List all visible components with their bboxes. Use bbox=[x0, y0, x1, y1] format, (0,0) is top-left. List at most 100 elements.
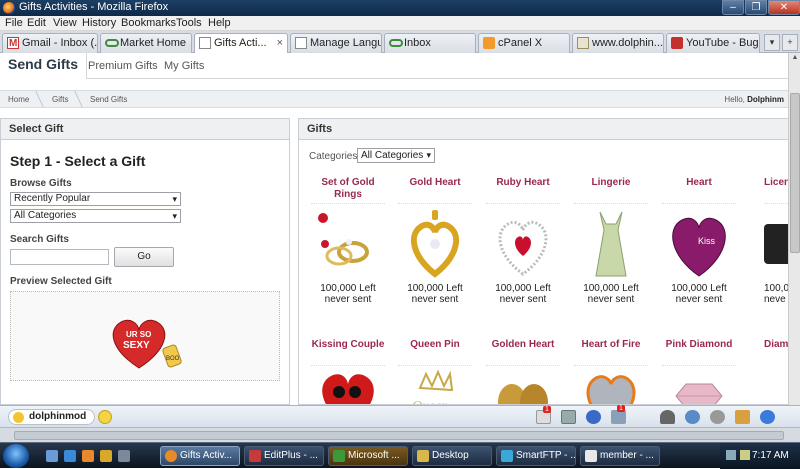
task-firefox[interactable]: Gifts Activ... bbox=[160, 446, 240, 466]
menu-view[interactable]: View bbox=[53, 17, 77, 29]
gift-name: Golden Heart bbox=[491, 339, 555, 350]
tab-dolphin-db[interactable]: www.dolphin... bbox=[572, 33, 664, 53]
close-button[interactable]: ✕ bbox=[768, 0, 800, 15]
kissing-couple-image bbox=[311, 365, 385, 404]
messages-icon[interactable]: 1 bbox=[536, 406, 551, 424]
queen-pin-image: Queen bbox=[398, 365, 472, 404]
gift-card[interactable]: Heart of Fire bbox=[570, 339, 652, 404]
menu-help[interactable]: Help bbox=[208, 17, 231, 29]
categories-select[interactable]: All Categories bbox=[357, 148, 435, 163]
gold-heart-image bbox=[398, 203, 472, 283]
firefox-quicklaunch-icon[interactable] bbox=[82, 450, 94, 462]
cpanel-icon bbox=[483, 37, 495, 49]
tab-send-gifts[interactable]: Send Gifts bbox=[0, 53, 88, 79]
show-desktop-icon[interactable] bbox=[46, 450, 58, 462]
gift-card[interactable]: Golden Heart bbox=[482, 339, 564, 404]
settings-icon[interactable] bbox=[710, 410, 725, 424]
gift-sent-status: never sent bbox=[411, 294, 459, 305]
ie-icon[interactable] bbox=[64, 450, 76, 462]
task-microsoft[interactable]: Microsoft ... bbox=[328, 446, 408, 466]
tab-premium-gifts[interactable]: Premium Gifts bbox=[88, 60, 158, 72]
scroll-up-icon[interactable]: ▲ bbox=[790, 54, 800, 66]
gift-sent-status: never sent bbox=[499, 294, 547, 305]
category-select[interactable]: All Categories bbox=[10, 209, 181, 223]
page-icon bbox=[295, 37, 307, 49]
gift-card[interactable]: Set of Gold Rings 100,000 Left never sen… bbox=[307, 177, 389, 305]
tab-gmail[interactable]: Gmail - Inbox (... bbox=[2, 33, 98, 53]
search-gifts-input[interactable] bbox=[10, 249, 109, 265]
browser-tab-bar: Gmail - Inbox (... Market Home Gifts Act… bbox=[0, 31, 800, 54]
breadcrumb-gifts[interactable]: Gifts bbox=[52, 95, 68, 104]
breadcrumb-home[interactable]: Home bbox=[8, 95, 29, 104]
smiley-icon[interactable] bbox=[98, 410, 112, 424]
task-member[interactable]: member - ... bbox=[580, 446, 660, 466]
window-title-bar: Gifts Activities - Mozilla Firefox – ❐ ✕ bbox=[0, 0, 800, 16]
hello-username[interactable]: Dolphinm bbox=[747, 95, 784, 104]
volume-icon[interactable] bbox=[740, 450, 750, 460]
clock[interactable]: 7:17 AM bbox=[752, 450, 789, 461]
page-icon bbox=[199, 37, 211, 49]
network-icon[interactable] bbox=[726, 450, 736, 460]
tab-inbox[interactable]: Inbox bbox=[384, 33, 476, 53]
vertical-scrollbar[interactable]: ▲ bbox=[788, 53, 800, 405]
start-button[interactable] bbox=[3, 444, 29, 468]
tab-youtube[interactable]: YouTube - Bug... bbox=[666, 33, 760, 53]
minimize-button[interactable]: – bbox=[722, 0, 744, 15]
tab-manage-languages[interactable]: Manage Langu... bbox=[290, 33, 382, 53]
go-button[interactable]: Go bbox=[114, 247, 174, 267]
media-icon[interactable] bbox=[100, 450, 112, 462]
maximize-button[interactable]: ❐ bbox=[745, 0, 767, 15]
tab-cpanel[interactable]: cPanel X bbox=[478, 33, 570, 53]
preview-box: UR SO SEXY BOO bbox=[10, 291, 280, 381]
info-icon[interactable] bbox=[586, 410, 601, 424]
tab-close-icon[interactable]: × bbox=[277, 34, 283, 52]
horizontal-scrollbar[interactable] bbox=[0, 427, 800, 442]
heart-image: Kiss bbox=[662, 203, 736, 283]
svg-text:BOO: BOO bbox=[166, 356, 180, 362]
svg-text:UR SO: UR SO bbox=[126, 330, 151, 339]
friends-icon[interactable]: 1 bbox=[611, 405, 626, 424]
tab-my-gifts[interactable]: My Gifts bbox=[164, 60, 204, 72]
gift-name: Licen bbox=[764, 177, 788, 188]
golden-heart-image bbox=[486, 365, 560, 404]
gift-card[interactable]: Pink Diamond bbox=[658, 339, 740, 404]
hat-icon[interactable] bbox=[660, 410, 675, 424]
search-gifts-label: Search Gifts bbox=[10, 234, 69, 245]
browse-gifts-select[interactable]: Recently Popular bbox=[10, 192, 181, 206]
tab-label: www.dolphin... bbox=[592, 37, 663, 49]
power-icon[interactable] bbox=[760, 410, 775, 424]
menu-edit[interactable]: Edit bbox=[27, 17, 46, 29]
menu-file[interactable]: File bbox=[5, 17, 23, 29]
taskbar: Gifts Activ... EditPlus - ... Microsoft … bbox=[0, 442, 800, 469]
task-desktop[interactable]: Desktop bbox=[412, 446, 492, 466]
gift-card[interactable]: Licen 100,0 neve bbox=[746, 177, 788, 305]
gift-name: Ruby Heart bbox=[496, 177, 550, 188]
folder-icon[interactable] bbox=[735, 410, 750, 424]
menu-bookmarks[interactable]: Bookmarks bbox=[121, 17, 176, 29]
user-icon[interactable] bbox=[685, 410, 700, 424]
task-editplus[interactable]: EditPlus - ... bbox=[244, 446, 324, 466]
gift-name: Queen Pin bbox=[410, 339, 460, 350]
tab-label: Gmail - Inbox (... bbox=[22, 37, 98, 49]
task-smartftp[interactable]: SmartFTP - ... bbox=[496, 446, 576, 466]
gift-card[interactable]: Kissing Couple bbox=[307, 339, 389, 404]
tab-market-home[interactable]: Market Home bbox=[100, 33, 192, 53]
switch-windows-icon[interactable] bbox=[118, 450, 130, 462]
gift-name: Heart bbox=[686, 177, 712, 188]
tab-gifts-activities[interactable]: Gifts Acti... × bbox=[194, 33, 288, 54]
gift-card[interactable]: Ruby Heart 100,000 Left never sent bbox=[482, 177, 564, 305]
gift-card[interactable]: Lingerie 100,000 Left never sent bbox=[570, 177, 652, 305]
svg-text:SEXY: SEXY bbox=[123, 340, 150, 351]
mail-icon[interactable] bbox=[561, 410, 576, 424]
gift-card[interactable]: Diam bbox=[746, 339, 788, 365]
gift-card[interactable]: Heart Kiss 100,000 Left never sent bbox=[658, 177, 740, 305]
chat-user-button[interactable]: dolphinmod bbox=[8, 409, 96, 425]
horizontal-scrollbar-thumb[interactable] bbox=[14, 431, 784, 440]
gift-card[interactable]: Gold Heart 100,000 Left never sent bbox=[394, 177, 476, 305]
new-tab-icon[interactable]: + bbox=[782, 34, 798, 51]
scrollbar-thumb[interactable] bbox=[790, 93, 800, 253]
tab-list-icon[interactable]: ▾ bbox=[764, 34, 780, 51]
menu-history[interactable]: History bbox=[82, 17, 116, 29]
menu-tools[interactable]: Tools bbox=[176, 17, 202, 29]
gift-card[interactable]: Queen Pin Queen bbox=[394, 339, 476, 404]
